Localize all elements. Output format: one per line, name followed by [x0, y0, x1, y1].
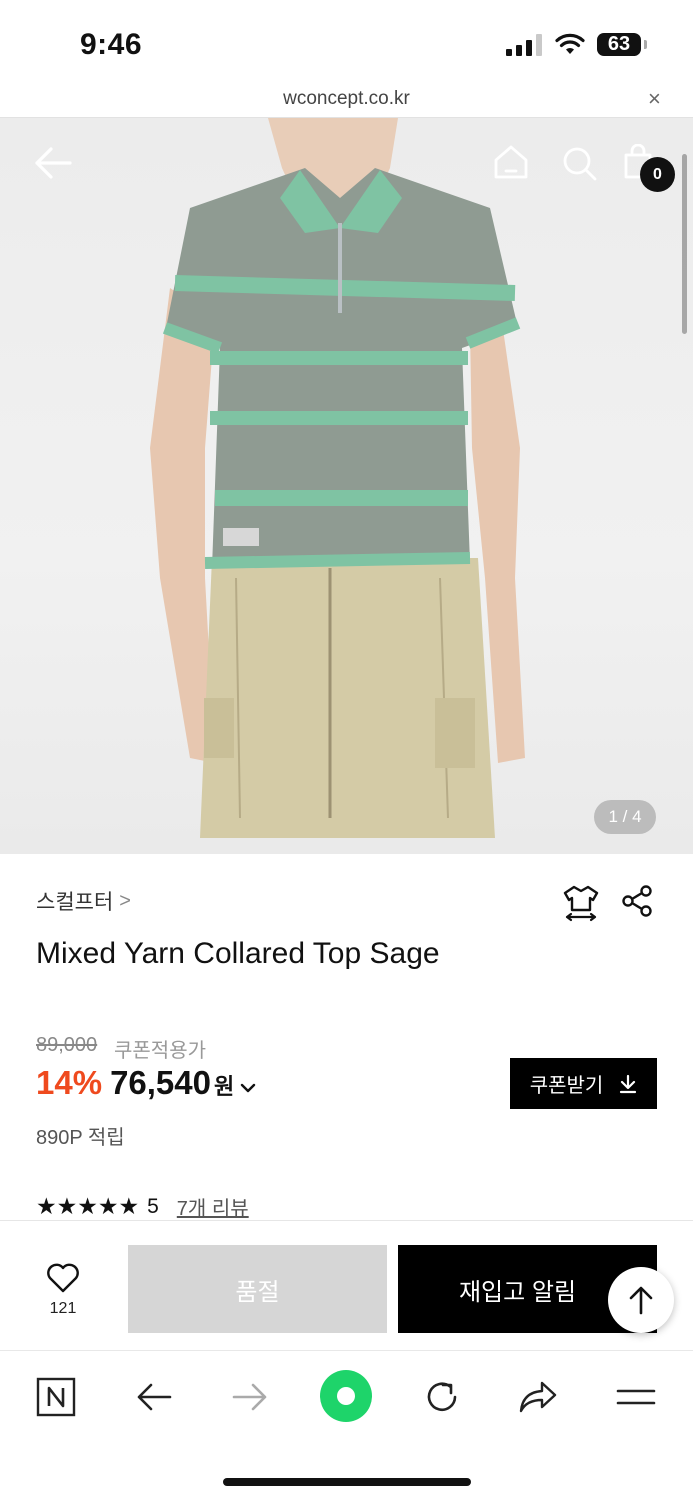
url-bar[interactable]: wconcept.co.kr ×: [0, 84, 693, 118]
currency-label: 원: [214, 1074, 235, 1099]
naver-n-icon: [36, 1377, 76, 1417]
share-arrow-icon: [519, 1381, 557, 1413]
browser-back-button[interactable]: [132, 1375, 176, 1419]
review-count-link[interactable]: 7개 리뷰: [177, 1192, 249, 1221]
product-title: Mixed Yarn Collared Top Sage: [36, 937, 440, 970]
product-photo: [150, 118, 525, 838]
coupon-button-label: 쿠폰받기: [529, 1075, 604, 1097]
share-page-button[interactable]: [516, 1375, 560, 1419]
price-row[interactable]: 14% 76,540 원: [36, 1064, 256, 1102]
hamburger-menu-icon: [616, 1389, 656, 1405]
share-icon[interactable]: [621, 884, 653, 918]
url-text[interactable]: wconcept.co.kr: [0, 88, 693, 110]
product-actions: [563, 884, 653, 924]
reload-icon: [427, 1382, 457, 1412]
status-bar: 9:46 63: [0, 0, 693, 84]
product-image-gallery[interactable]: 1 / 4: [0, 118, 693, 854]
soldout-button[interactable]: 품절: [128, 1245, 387, 1333]
coupon-download-button[interactable]: 쿠폰받기: [510, 1058, 657, 1109]
size-guide-icon[interactable]: [563, 884, 599, 924]
reload-button[interactable]: [420, 1375, 464, 1419]
image-counter: 1 / 4: [594, 800, 656, 834]
product-header: [0, 118, 693, 208]
brand-name[interactable]: 스컬프터: [36, 886, 113, 916]
home-icon[interactable]: [493, 144, 529, 180]
signal-icon: [506, 34, 542, 56]
sale-price: 76,540: [110, 1064, 211, 1101]
chevron-right-icon: >: [119, 889, 131, 912]
browser-forward-button[interactable]: [228, 1375, 272, 1419]
purchase-bar: 121 품절 재입고 알림: [0, 1220, 693, 1350]
browser-toolbar: [0, 1350, 693, 1500]
rating-row[interactable]: ★★★★★ 5 7개 리뷰: [36, 1192, 249, 1221]
rating-value: 5: [147, 1194, 159, 1218]
arrow-left-icon: [137, 1383, 172, 1411]
status-time: 9:46: [80, 28, 143, 61]
discount-rate: 14%: [36, 1064, 103, 1101]
download-icon: [620, 1074, 637, 1093]
close-icon[interactable]: ×: [648, 86, 661, 112]
cart-count-badge[interactable]: 0: [640, 157, 675, 192]
points-info: 890P 적립: [36, 1127, 125, 1149]
naver-green-dot-button[interactable]: [319, 1369, 373, 1423]
wishlist-count: 121: [49, 1300, 77, 1317]
scroll-indicator[interactable]: [682, 154, 687, 334]
star-rating-icon: ★★★★★: [36, 1193, 140, 1219]
chevron-down-icon[interactable]: [240, 1082, 256, 1094]
scroll-to-top-button[interactable]: [608, 1267, 674, 1333]
search-icon[interactable]: [562, 146, 598, 182]
home-indicator[interactable]: [223, 1478, 471, 1486]
original-price: 89,000: [36, 1034, 98, 1056]
green-dot-icon: [320, 1370, 372, 1422]
wifi-icon: [555, 33, 585, 54]
battery-indicator: 63: [597, 33, 647, 56]
brand-link[interactable]: 스컬프터 >: [36, 886, 131, 916]
arrow-up-icon: [629, 1286, 653, 1315]
arrow-right-icon: [232, 1383, 267, 1411]
menu-button[interactable]: [614, 1375, 658, 1419]
back-arrow-icon[interactable]: [34, 146, 72, 180]
wishlist-button[interactable]: 121: [36, 1263, 90, 1318]
naver-home-button[interactable]: [34, 1375, 78, 1419]
heart-icon[interactable]: [46, 1263, 80, 1293]
coupon-price-label: 쿠폰적용가: [114, 1040, 206, 1062]
